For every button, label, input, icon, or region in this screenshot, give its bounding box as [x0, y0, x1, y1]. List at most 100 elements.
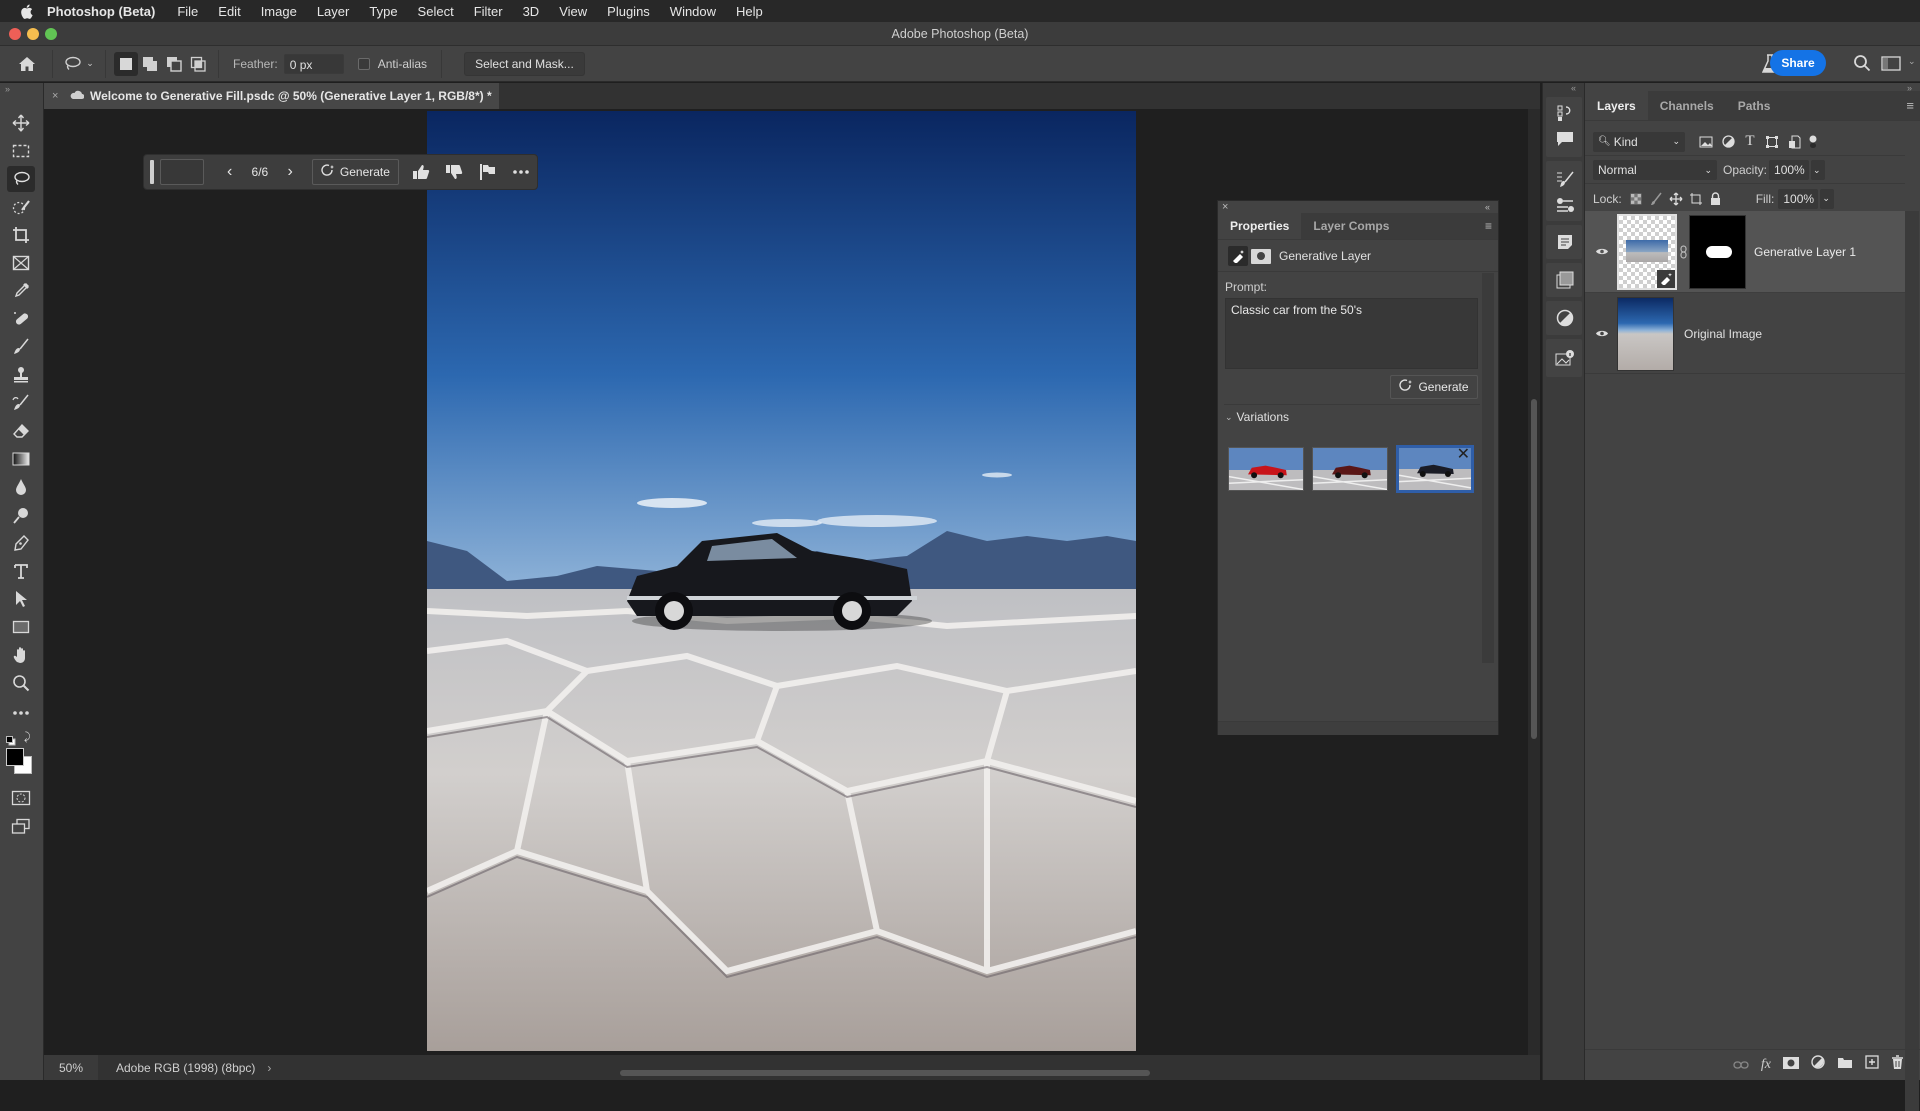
- intersect-selection-icon[interactable]: [186, 56, 210, 72]
- clone-stamp-tool-icon[interactable]: [7, 362, 35, 388]
- pen-tool-icon[interactable]: [7, 530, 35, 556]
- fill-dropdown-icon[interactable]: ⌄: [1820, 188, 1835, 209]
- document-image[interactable]: [427, 111, 1136, 1051]
- lock-image-pixels-icon[interactable]: [1646, 192, 1666, 206]
- delete-variation-icon[interactable]: ✕: [1457, 448, 1470, 464]
- layers-panel-menu-icon[interactable]: ≡: [1906, 98, 1914, 113]
- home-icon[interactable]: [10, 56, 44, 72]
- filter-toggle-icon[interactable]: [1805, 135, 1821, 149]
- filter-pixel-icon[interactable]: [1695, 136, 1717, 148]
- history-brush-tool-icon[interactable]: [7, 390, 35, 416]
- layer-name[interactable]: Original Image: [1684, 327, 1762, 341]
- menu-select[interactable]: Select: [418, 4, 454, 19]
- tool-preset-chevron-icon[interactable]: ⌄: [83, 58, 97, 69]
- new-group-folder-icon[interactable]: [1837, 1056, 1853, 1074]
- subtract-from-selection-icon[interactable]: [162, 56, 186, 72]
- edit-toolbar-more-icon[interactable]: [7, 700, 35, 726]
- collapse-panel-icon[interactable]: «: [1485, 202, 1490, 212]
- brush-tool-icon[interactable]: [7, 334, 35, 360]
- variation-thumbnail-2[interactable]: [1312, 447, 1388, 491]
- new-layer-icon[interactable]: [1865, 1055, 1879, 1074]
- lock-artboard-icon[interactable]: [1686, 192, 1706, 206]
- layer-mask-thumbnail[interactable]: [1689, 214, 1746, 289]
- tab-layer-comps[interactable]: Layer Comps: [1301, 213, 1401, 239]
- quick-mask-icon[interactable]: [7, 785, 35, 811]
- eraser-tool-icon[interactable]: [7, 418, 35, 444]
- vertical-scroll-thumb[interactable]: [1531, 399, 1537, 739]
- apple-icon[interactable]: [19, 4, 33, 19]
- link-layers-icon[interactable]: [1733, 1056, 1749, 1074]
- hand-tool-icon[interactable]: [7, 642, 35, 668]
- layer-filter-kind-select[interactable]: 🔍︎ Kind ⌄: [1593, 131, 1685, 152]
- crop-tool-icon[interactable]: [7, 222, 35, 248]
- default-colors-icon[interactable]: [6, 733, 16, 746]
- eyedropper-tool-icon[interactable]: [7, 278, 35, 304]
- opacity-dropdown-icon[interactable]: ⌄: [1811, 160, 1826, 180]
- expand-toolbar-icon[interactable]: »: [5, 84, 10, 94]
- dodge-tool-icon[interactable]: [7, 502, 35, 528]
- taskbar-drag-handle[interactable]: [150, 160, 154, 184]
- menu-image[interactable]: Image: [261, 4, 297, 19]
- type-tool-icon[interactable]: [7, 558, 35, 584]
- variation-thumbnail-1[interactable]: [1228, 447, 1304, 491]
- frame-tool-icon[interactable]: [7, 250, 35, 276]
- variation-preview-box[interactable]: [159, 159, 204, 185]
- object-selection-tool-icon[interactable]: [7, 194, 35, 220]
- layers-scrollbar[interactable]: [1905, 211, 1919, 1111]
- properties-info-icon[interactable]: [1555, 348, 1575, 368]
- menu-view[interactable]: View: [559, 4, 587, 19]
- filter-shape-icon[interactable]: [1761, 135, 1783, 149]
- thumbs-up-icon[interactable]: [405, 164, 438, 180]
- tab-channels[interactable]: Channels: [1648, 91, 1726, 120]
- menu-edit[interactable]: Edit: [218, 4, 240, 19]
- delete-layer-trash-icon[interactable]: [1891, 1054, 1904, 1075]
- new-adjustment-layer-icon[interactable]: [1811, 1055, 1825, 1074]
- lock-transparent-pixels-icon[interactable]: [1626, 193, 1646, 205]
- menu-help[interactable]: Help: [736, 4, 763, 19]
- brush-settings-icon[interactable]: [1555, 169, 1575, 189]
- zoom-level[interactable]: 50%: [44, 1055, 98, 1080]
- tab-layers[interactable]: Layers: [1585, 91, 1648, 120]
- tab-properties[interactable]: Properties: [1218, 213, 1302, 239]
- rectangular-marquee-tool-icon[interactable]: [7, 138, 35, 164]
- generate-button[interactable]: Generate: [1390, 375, 1478, 399]
- prompt-textarea[interactable]: Classic car from the 50's: [1225, 298, 1478, 369]
- opacity-input[interactable]: 100%: [1769, 160, 1810, 180]
- swap-colors-icon[interactable]: ⤸: [24, 731, 31, 744]
- close-tab-icon[interactable]: ×: [52, 90, 64, 102]
- workspace-chevron-icon[interactable]: ⌄: [1908, 56, 1916, 67]
- layer-thumbnail[interactable]: [1617, 213, 1677, 290]
- document-tab[interactable]: × Welcome to Generative Fill.psdc @ 50% …: [44, 83, 499, 109]
- menu-window[interactable]: Window: [670, 4, 716, 19]
- feather-input[interactable]: 0 px: [283, 53, 344, 74]
- lock-position-icon[interactable]: [1666, 192, 1686, 206]
- properties-scrollbar[interactable]: [1482, 273, 1494, 663]
- select-and-mask-button[interactable]: Select and Mask...: [464, 51, 585, 76]
- move-tool-icon[interactable]: [7, 110, 35, 136]
- foreground-color-swatch[interactable]: [6, 748, 24, 766]
- close-panel-icon[interactable]: ×: [1222, 201, 1228, 213]
- history-icon[interactable]: [1555, 103, 1575, 123]
- vertical-scrollbar[interactable]: [1528, 109, 1540, 1055]
- visibility-eye-icon[interactable]: [1587, 329, 1617, 338]
- notes-icon[interactable]: [1555, 232, 1575, 252]
- filter-adjustment-icon[interactable]: [1717, 135, 1739, 148]
- tab-paths[interactable]: Paths: [1726, 91, 1783, 120]
- more-options-icon[interactable]: [504, 169, 537, 175]
- adjustments-icon[interactable]: [1555, 308, 1575, 328]
- share-button[interactable]: Share: [1770, 50, 1826, 76]
- zoom-tool-icon[interactable]: [7, 670, 35, 696]
- lock-all-icon[interactable]: [1706, 192, 1726, 205]
- variation-thumbnail-3-selected[interactable]: ✕: [1396, 445, 1474, 493]
- strip-collapse-icon[interactable]: «: [1571, 83, 1576, 93]
- layer-row-original-image[interactable]: Original Image: [1585, 294, 1905, 374]
- layer-name[interactable]: Generative Layer 1: [1754, 245, 1856, 259]
- lasso-tool-icon[interactable]: [7, 166, 35, 192]
- horizontal-scroll-thumb[interactable]: [620, 1070, 1150, 1076]
- layer-style-fx-icon[interactable]: fx: [1761, 1057, 1771, 1073]
- blur-tool-icon[interactable]: [7, 474, 35, 500]
- thumbs-down-icon[interactable]: [438, 164, 471, 180]
- brushes-icon[interactable]: [1555, 195, 1575, 215]
- add-to-selection-icon[interactable]: [138, 56, 162, 72]
- screen-mode-icon[interactable]: [7, 813, 35, 839]
